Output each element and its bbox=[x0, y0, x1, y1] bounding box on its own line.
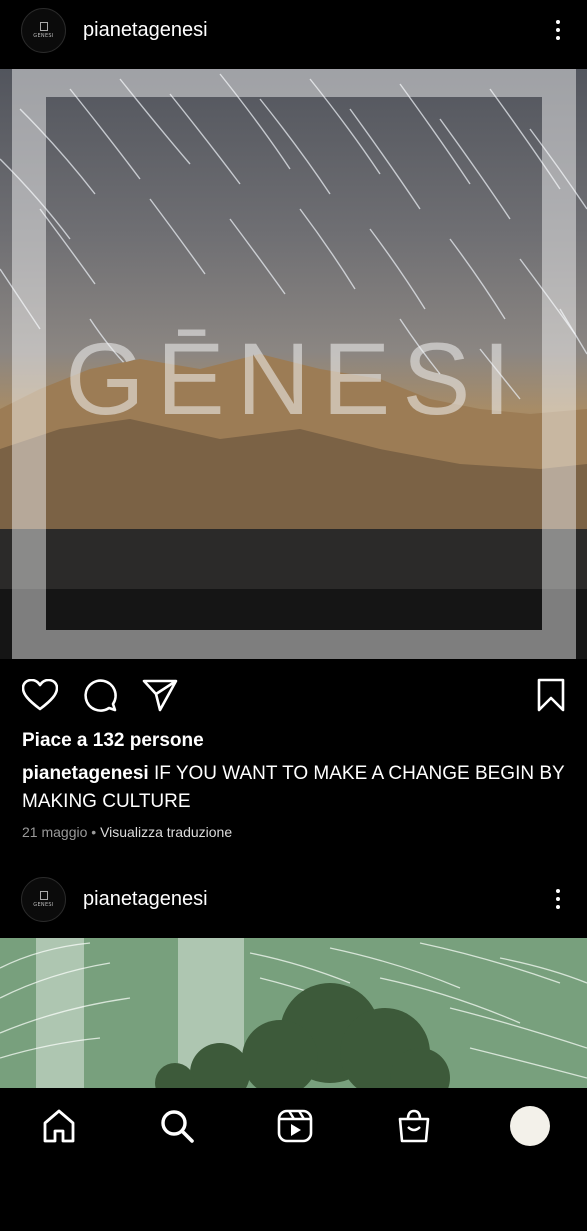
post-header: GENESI pianetagenesi bbox=[0, 0, 587, 60]
logo-mark-icon bbox=[39, 21, 48, 31]
bottom-navigation bbox=[0, 1088, 587, 1231]
post-image[interactable] bbox=[0, 938, 587, 1088]
post-image[interactable]: GĒNESI bbox=[0, 69, 587, 659]
reels-icon[interactable] bbox=[275, 1106, 315, 1146]
home-icon[interactable] bbox=[39, 1106, 79, 1146]
post-username[interactable]: pianetagenesi bbox=[83, 19, 208, 42]
post-meta: 21 maggio • Visualizza traduzione bbox=[22, 824, 232, 840]
likes-count[interactable]: Piace a 132 persone bbox=[22, 730, 204, 752]
avatar[interactable]: GENESI bbox=[21, 876, 66, 922]
heart-icon[interactable] bbox=[21, 676, 59, 714]
avatar-text: GENESI bbox=[33, 32, 54, 39]
post-image-artwork: GĒNESI bbox=[0, 69, 587, 659]
post-caption: pianetagenesi IF YOU WANT TO MAKE A CHAN… bbox=[22, 760, 567, 816]
avatar[interactable]: GENESI bbox=[21, 7, 66, 53]
logo-mark-icon bbox=[39, 890, 48, 900]
more-vertical-icon[interactable] bbox=[551, 884, 565, 914]
post-header: GENESI pianetagenesi bbox=[0, 869, 587, 929]
comment-icon[interactable] bbox=[81, 676, 119, 714]
profile-avatar[interactable] bbox=[510, 1106, 550, 1146]
post-image-artwork bbox=[0, 938, 587, 1088]
send-icon[interactable] bbox=[141, 676, 179, 714]
shop-icon[interactable] bbox=[394, 1106, 434, 1146]
bookmark-icon[interactable] bbox=[532, 676, 570, 714]
post-actions bbox=[0, 676, 587, 716]
search-icon[interactable] bbox=[157, 1106, 197, 1146]
caption-username[interactable]: pianetagenesi bbox=[22, 763, 149, 784]
image-title: GĒNESI bbox=[65, 322, 522, 436]
more-vertical-icon[interactable] bbox=[551, 15, 565, 45]
avatar-text: GENESI bbox=[33, 901, 54, 908]
post-username[interactable]: pianetagenesi bbox=[83, 888, 208, 911]
translate-link[interactable]: Visualizza traduzione bbox=[100, 824, 232, 840]
meta-separator: • bbox=[87, 824, 101, 840]
post-date: 21 maggio bbox=[22, 824, 88, 840]
